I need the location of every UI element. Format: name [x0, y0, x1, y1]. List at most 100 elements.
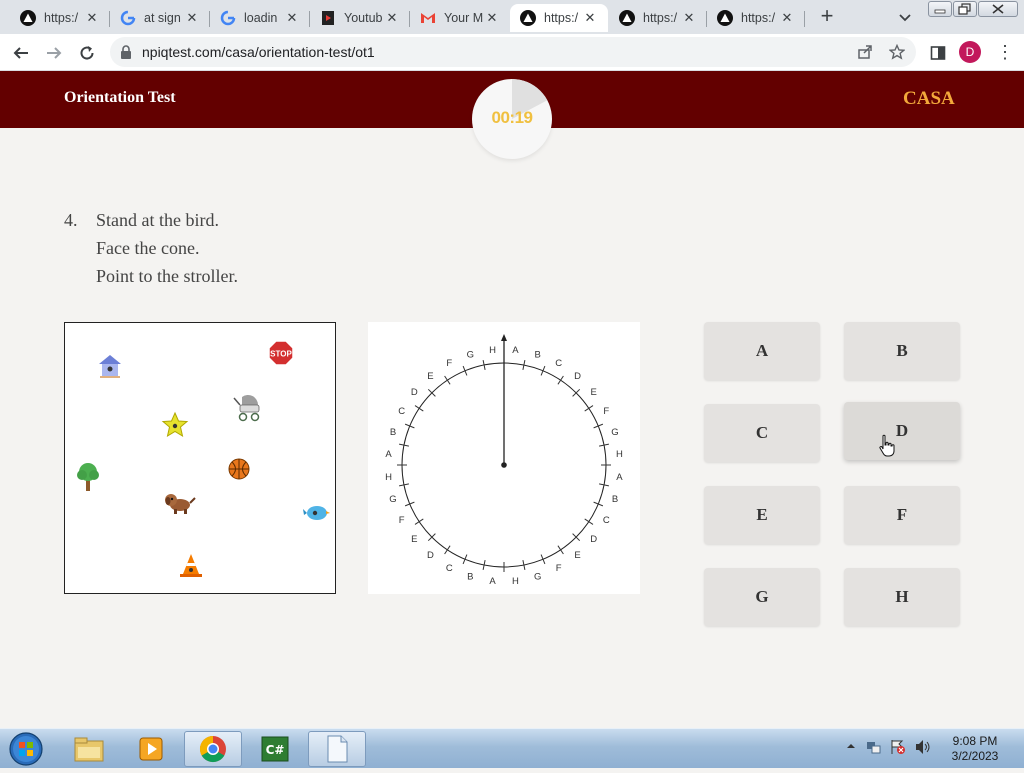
gmail-icon [420, 10, 436, 26]
volume-icon[interactable] [914, 739, 932, 760]
answer-button-f[interactable]: F [844, 486, 960, 544]
dial-tick [404, 501, 415, 507]
url-text: npiqtest.com/casa/orientation-test/ot1 [142, 44, 375, 60]
tab-title: https:/ [643, 11, 678, 25]
dial-label: H [616, 449, 623, 460]
close-icon[interactable]: ✕ [184, 10, 200, 26]
browser-tab[interactable]: https:/ ✕ [707, 4, 805, 32]
dial-label: D [590, 534, 597, 545]
cone-icon [177, 551, 205, 579]
share-icon[interactable] [857, 44, 873, 60]
dial-label: E [591, 387, 597, 398]
dial-label: A [489, 576, 496, 587]
media-player-icon[interactable] [122, 731, 180, 767]
browser-toolbar: npiqtest.com/casa/orientation-test/ot1 D… [0, 34, 1024, 71]
csharp-editor-icon[interactable]: C# [246, 731, 304, 767]
dial-tick [414, 518, 424, 525]
restore-button[interactable] [953, 1, 977, 17]
forward-arrow-icon[interactable] [43, 42, 65, 64]
show-hidden-icons-icon[interactable] [846, 739, 856, 758]
browser-tab[interactable]: https:/ ✕ [10, 4, 110, 32]
address-bar[interactable]: npiqtest.com/casa/orientation-test/ot1 [110, 37, 916, 67]
question-line-face: Face the cone. [96, 238, 200, 258]
start-button[interactable] [6, 730, 46, 768]
system-clock[interactable]: 9:08 PM 3/2/2023 [944, 734, 1006, 764]
answer-button-h[interactable]: H [844, 568, 960, 626]
more-menu-icon[interactable]: ⋮ [996, 42, 1014, 64]
close-icon[interactable]: ✕ [284, 10, 300, 26]
minimize-button[interactable] [928, 1, 952, 17]
question-line-stand: Stand at the bird. [96, 210, 219, 230]
network-icon[interactable] [866, 739, 882, 760]
answer-button-d[interactable]: D [844, 402, 960, 460]
dial-label: E [427, 371, 433, 382]
dial-label: G [389, 494, 396, 505]
dial-tick [414, 405, 424, 412]
dial-label: H [385, 472, 392, 483]
answer-button-g[interactable]: G [704, 568, 820, 626]
close-icon[interactable]: ✕ [681, 10, 697, 26]
answer-button-b[interactable]: B [844, 322, 960, 380]
countdown-timer: 00:19 [472, 79, 552, 159]
hand-cursor-icon [877, 434, 897, 463]
dial-label: D [427, 550, 434, 561]
dial-label: G [534, 572, 541, 583]
tab-title: https:/ [44, 11, 79, 25]
triangle-site-icon [20, 10, 36, 26]
dial-tick [404, 423, 415, 429]
tab-title: at sign [144, 11, 181, 25]
dial-label: B [467, 572, 473, 583]
dial-label: G [467, 350, 474, 361]
dial-label: C [555, 358, 562, 369]
dial-label: A [616, 472, 623, 483]
notepad-icon[interactable] [308, 731, 366, 767]
question-number: 4. [64, 210, 78, 230]
brand-logo: CASA [903, 88, 955, 109]
answer-button-e[interactable]: E [704, 486, 820, 544]
action-center-flag-icon[interactable] [890, 739, 906, 760]
close-icon[interactable]: ✕ [384, 10, 400, 26]
clock-time: 9:08 PM [952, 734, 998, 748]
browser-tab[interactable]: at sign ✕ [110, 4, 210, 32]
dial-label: F [399, 515, 405, 526]
browser-tab[interactable]: Your M ✕ [410, 4, 510, 32]
close-icon[interactable]: ✕ [582, 10, 598, 26]
answer-button-c[interactable]: C [704, 404, 820, 462]
new-tab-button[interactable]: + [816, 5, 838, 28]
file-explorer-icon[interactable] [60, 731, 118, 767]
stop-sign-label: STOP [270, 350, 292, 359]
profile-avatar[interactable]: D [959, 41, 981, 63]
page-title: Orientation Test [64, 89, 176, 106]
browser-tab-active[interactable]: https:/ ✕ [510, 4, 608, 32]
lock-icon[interactable] [120, 45, 132, 64]
dial-label: C [603, 515, 610, 526]
google-icon [220, 10, 236, 26]
reload-icon[interactable] [76, 42, 98, 64]
answer-button-a[interactable]: A [704, 322, 820, 380]
dial-tick [462, 365, 468, 376]
dial-tick [444, 375, 451, 385]
back-arrow-icon[interactable] [10, 42, 32, 64]
chrome-icon[interactable] [184, 731, 242, 767]
close-icon[interactable]: ✕ [779, 10, 795, 26]
bird-icon [302, 499, 330, 527]
side-panel-icon[interactable] [927, 42, 949, 64]
dial-label: H [489, 345, 496, 356]
dial-label: B [612, 494, 618, 505]
chevron-down-icon[interactable] [896, 8, 914, 26]
star-icon[interactable] [888, 43, 906, 60]
browser-tab[interactable]: loadin ✕ [210, 4, 310, 32]
close-icon[interactable]: ✕ [484, 10, 500, 26]
triangle-site-icon [520, 10, 536, 26]
google-icon [120, 10, 136, 26]
close-window-button[interactable] [978, 1, 1018, 17]
triangle-site-icon [717, 10, 733, 26]
tab-title: https:/ [741, 11, 776, 25]
browser-tab[interactable]: Youtub ✕ [310, 4, 410, 32]
browser-tab-strip: https:/ ✕ at sign ✕ loadin ✕ Youtub ✕ Yo… [0, 0, 1024, 34]
question-line-point: Point to the stroller. [96, 266, 238, 286]
browser-tab[interactable]: https:/ ✕ [609, 4, 707, 32]
star-icon [161, 411, 189, 439]
close-icon[interactable]: ✕ [84, 10, 100, 26]
birdhouse-icon [96, 352, 124, 380]
